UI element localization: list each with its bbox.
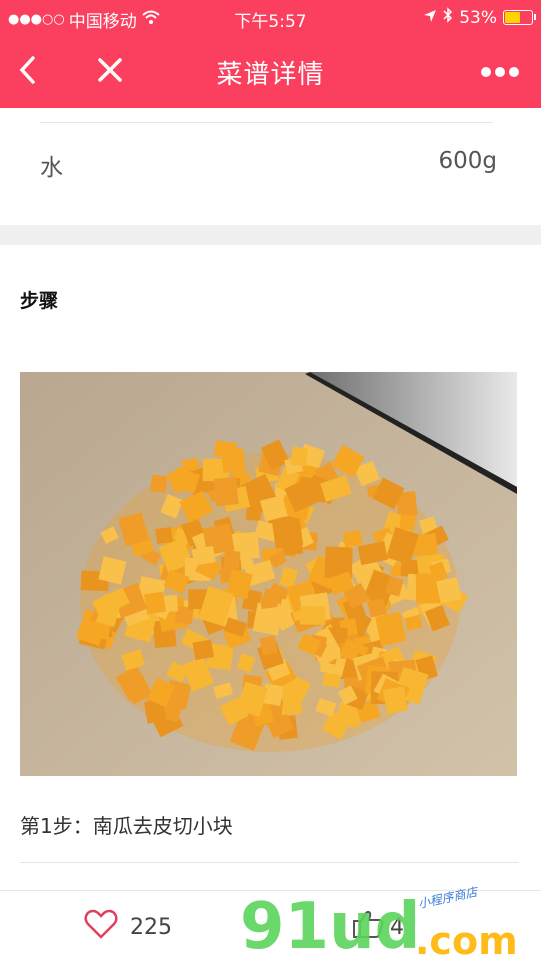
pumpkin-cube: [192, 639, 215, 661]
ingredient-divider: [40, 122, 493, 123]
location-arrow-icon: [423, 8, 437, 28]
battery-percent: 53%: [459, 7, 497, 28]
more-dots-icon: [480, 63, 520, 82]
pumpkin-cube: [322, 672, 342, 688]
pumpkin-cube: [290, 446, 309, 467]
step-description: 第1步：南瓜去皮切小块: [20, 814, 233, 838]
pumpkin-cube: [155, 526, 173, 544]
pumpkin-cube: [220, 447, 246, 474]
pumpkin-cube: [259, 593, 278, 609]
battery-icon: [503, 10, 536, 25]
ingredient-row: 水 600g: [40, 148, 497, 188]
step-image[interactable]: [20, 372, 517, 776]
pumpkin-cube: [271, 515, 304, 549]
pumpkin-cube: [399, 514, 416, 531]
status-bar: ●●●○○ 中国移动 下午5:57 53%: [0, 0, 541, 36]
pumpkin-cube: [223, 550, 241, 570]
more-button[interactable]: [477, 54, 523, 90]
watermark-logo-text: 91ud: [240, 890, 420, 960]
section-separator: [0, 225, 541, 245]
pumpkin-cube: [259, 635, 278, 656]
battery-level: [505, 12, 520, 23]
nav-bar: 菜谱详情: [0, 36, 541, 108]
status-time: 下午5:57: [234, 12, 307, 32]
watermark-logo: 91ud .com: [240, 888, 540, 964]
pumpkin-cube: [213, 476, 239, 507]
diced-pumpkin-photo: [20, 372, 517, 776]
page-title: 菜谱详情: [216, 60, 325, 90]
watermark-logo-suffix: .com: [415, 919, 518, 960]
ingredient-amount: 600g: [438, 148, 498, 174]
pumpkin-cube: [383, 686, 408, 714]
ingredient-name: 水: [40, 155, 63, 181]
pumpkin-cube: [342, 530, 363, 548]
steps-section-title: 步骤: [20, 290, 59, 312]
bluetooth-icon: [443, 7, 453, 28]
pumpkin-cube: [150, 474, 168, 493]
pumpkin-cube: [299, 605, 326, 626]
favorite-count: 225: [130, 914, 172, 940]
favorite-button[interactable]: 225: [84, 909, 172, 945]
step-divider: [20, 862, 519, 863]
pumpkin-cube: [436, 577, 462, 604]
heart-outline-icon: [84, 909, 118, 945]
pumpkin-cube: [143, 591, 167, 615]
